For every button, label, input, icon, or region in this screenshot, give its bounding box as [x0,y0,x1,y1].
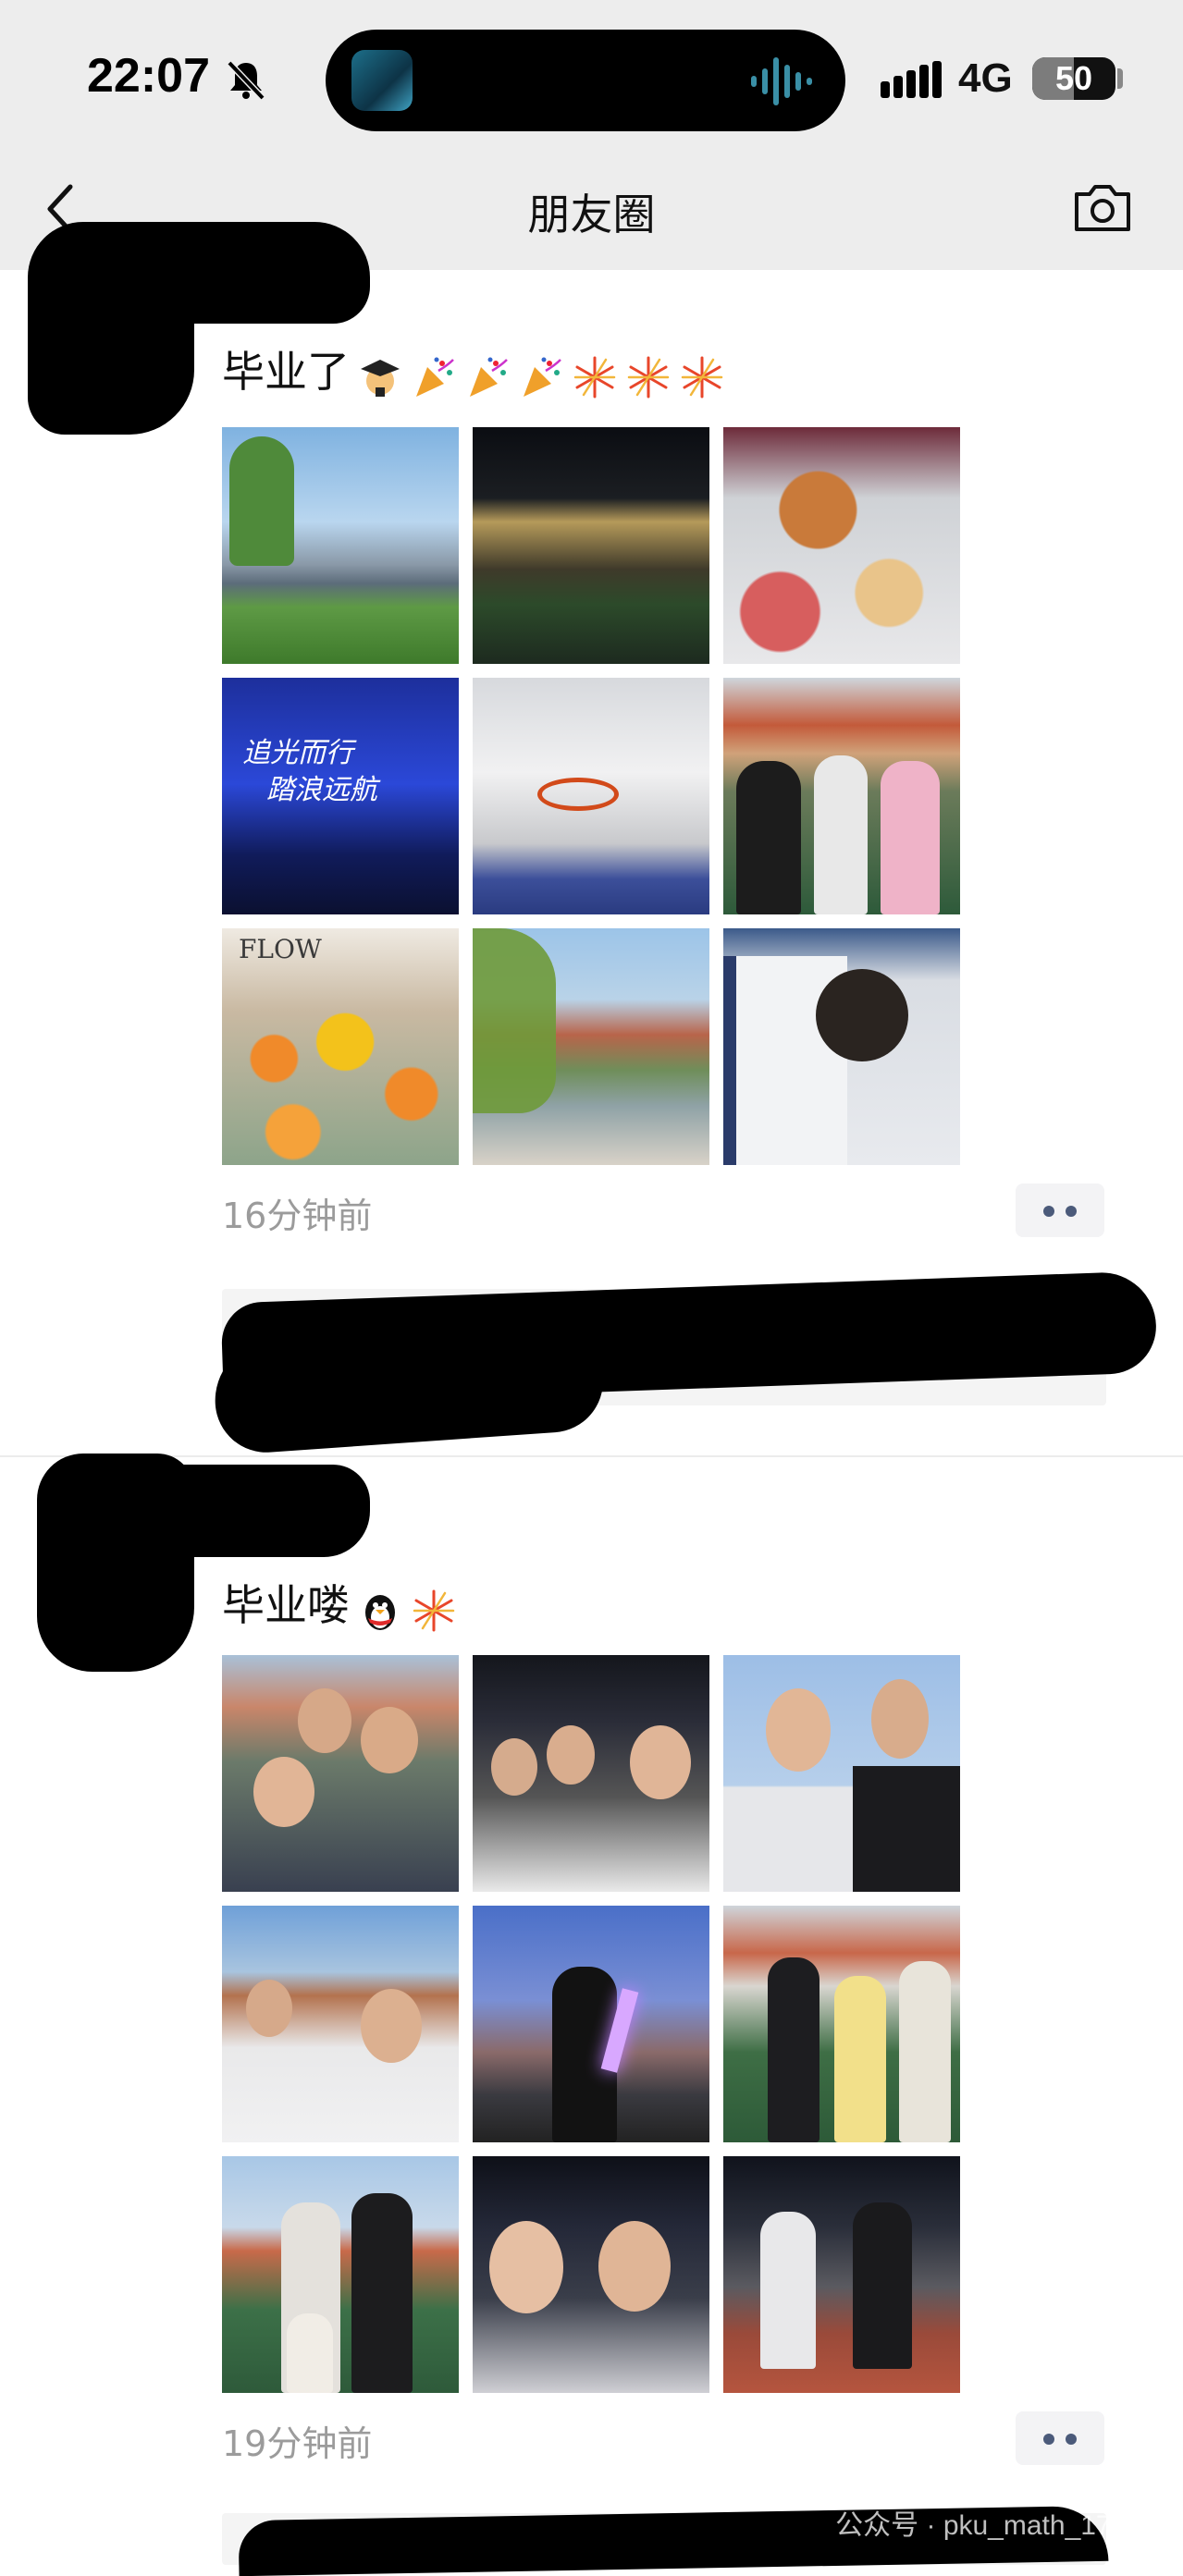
dot [1043,1206,1054,1217]
night-campus-photo[interactable] [473,427,709,664]
face [871,1679,929,1759]
face [491,1738,537,1796]
post-2-caption: 毕业喽 [222,1580,350,1630]
stage-text-1: 追光而行 [242,737,353,769]
signal-icon [881,61,942,98]
bouquet-text: FLOW [239,934,322,964]
person-right [899,1961,951,2142]
glow-stick-photo[interactable] [473,1906,709,2142]
dot [1066,2434,1077,2445]
redacted-username [65,222,370,324]
face [630,1725,691,1799]
battery-tip [1117,68,1123,89]
person-left [768,1957,819,2142]
stage-text-2: 踏浪远航 [266,774,377,806]
post-1-emojis [357,350,733,401]
sunflower-bouquet-photo[interactable]: FLOW [222,928,459,1165]
post-1-time: 16分钟前 [222,1196,373,1236]
graduate-emoji [361,360,400,398]
person-right [351,2193,413,2393]
night-selfie-photo[interactable] [473,2156,709,2393]
fireworks-emoji [573,356,616,399]
redacted-username [55,1465,370,1557]
hotpot-dinner-photo[interactable] [723,427,960,664]
post-2-text: 毕业喽 [222,1572,464,1634]
face [766,1688,831,1772]
campus-willow-photo[interactable] [473,928,709,1165]
face [361,1707,418,1773]
face [361,1989,422,2063]
signing-shirt-photo[interactable] [723,928,960,1165]
stage-performance-photo[interactable]: 追光而行 踏浪远航 [222,678,459,914]
network-type: 4G [958,55,1013,101]
face [547,1725,595,1785]
face [246,1980,292,2037]
fireworks-emoji [627,356,670,399]
now-playing-thumb [351,50,413,111]
face [253,1757,314,1827]
night-group-selfie-photo[interactable] [473,1655,709,1892]
pose-on-track-photo[interactable] [723,2156,960,2393]
battery-percent: 50 [1054,59,1093,97]
face [489,2221,563,2313]
battery-icon: 50 [1032,57,1115,100]
fireworks-emoji [681,356,723,399]
fireworks-emoji [413,1589,455,1632]
three-people-photo[interactable] [723,678,960,914]
basketball-hoop-photo[interactable] [473,678,709,914]
camera-icon[interactable] [1073,181,1132,233]
post-2-more-button[interactable] [1016,2411,1104,2465]
students-v-sign-photo[interactable] [222,1906,459,2142]
three-on-field-photo[interactable] [723,1906,960,2142]
face [598,2221,671,2312]
post-2-emojis [357,1583,464,1635]
post-1-more-button[interactable] [1016,1184,1104,1237]
post-1-caption: 毕业了 [222,347,350,397]
thumbs-up-photo[interactable] [723,1655,960,1892]
tree [229,436,294,566]
child [287,2313,333,2393]
dark-shirt [853,1766,960,1892]
watermark: 公众号 · pku_math_1701 [835,2510,1142,2541]
dot [1043,2434,1054,2445]
face [298,1688,351,1753]
dynamic-island[interactable] [326,30,845,131]
person-left [736,761,801,914]
person-middle [814,755,868,914]
person-middle [834,1976,886,2142]
dot [1066,1206,1077,1217]
person-right [881,761,940,914]
audio-wave-icon [751,57,812,105]
bell-slash-icon [227,60,265,101]
party-popper-emoji [416,357,454,398]
party-popper-emoji [524,357,561,398]
group-selfie-photo[interactable] [222,1655,459,1892]
hoop-ring [537,778,619,811]
person-signing [816,969,908,1061]
party-popper-emoji [470,357,508,398]
post-1-text: 毕业了 [222,338,733,400]
family-photo[interactable] [222,2156,459,2393]
person-right [853,2202,912,2369]
willow-tree [473,928,556,1113]
person-left [760,2212,816,2369]
post-2-time: 19分钟前 [222,2423,373,2464]
post-divider [0,1455,1183,1457]
status-time: 22:07 [87,49,210,103]
campus-building-photo[interactable] [222,427,459,664]
penguin-emoji [365,1595,395,1631]
